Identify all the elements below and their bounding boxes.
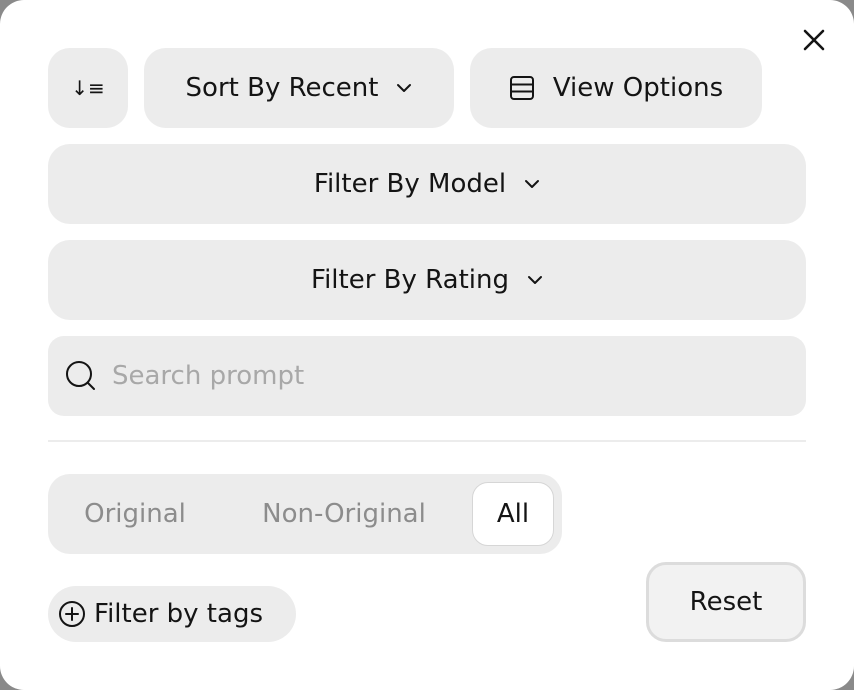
search-field <box>48 336 806 416</box>
sort-order-icon: ↓≡ <box>71 76 105 100</box>
close-button[interactable] <box>798 24 830 56</box>
divider <box>48 440 806 442</box>
reset-button[interactable]: Reset <box>646 562 806 642</box>
segment-original[interactable]: Original <box>64 482 206 546</box>
sort-order-button[interactable]: ↓≡ <box>48 48 128 128</box>
sort-label: Sort By Recent <box>185 73 379 103</box>
search-icon <box>64 359 98 393</box>
filter-tags-label: Filter by tags <box>94 599 263 629</box>
filter-by-rating-dropdown[interactable]: Filter By Rating <box>48 240 806 320</box>
search-input[interactable] <box>110 345 754 407</box>
segment-all[interactable]: All <box>472 482 554 546</box>
origin-segmented-control: Original Non-Original All <box>48 474 562 554</box>
close-icon <box>803 29 825 51</box>
layout-icon <box>509 75 535 101</box>
filter-dialog: ↓≡ Sort By Recent View Options Filter By… <box>0 0 854 690</box>
sort-dropdown[interactable]: Sort By Recent <box>144 48 454 128</box>
chevron-down-icon <box>527 275 543 285</box>
plus-circle-icon <box>58 600 86 628</box>
view-options-label: View Options <box>552 73 724 103</box>
filter-by-model-dropdown[interactable]: Filter By Model <box>48 144 806 224</box>
view-options-button[interactable]: View Options <box>470 48 762 128</box>
chevron-down-icon <box>396 83 412 93</box>
filter-rating-label: Filter By Rating <box>311 265 509 295</box>
chevron-down-icon <box>524 179 540 189</box>
filter-model-label: Filter By Model <box>313 169 507 199</box>
filter-by-tags-button[interactable]: Filter by tags <box>48 586 296 642</box>
segment-non-original[interactable]: Non-Original <box>234 482 454 546</box>
